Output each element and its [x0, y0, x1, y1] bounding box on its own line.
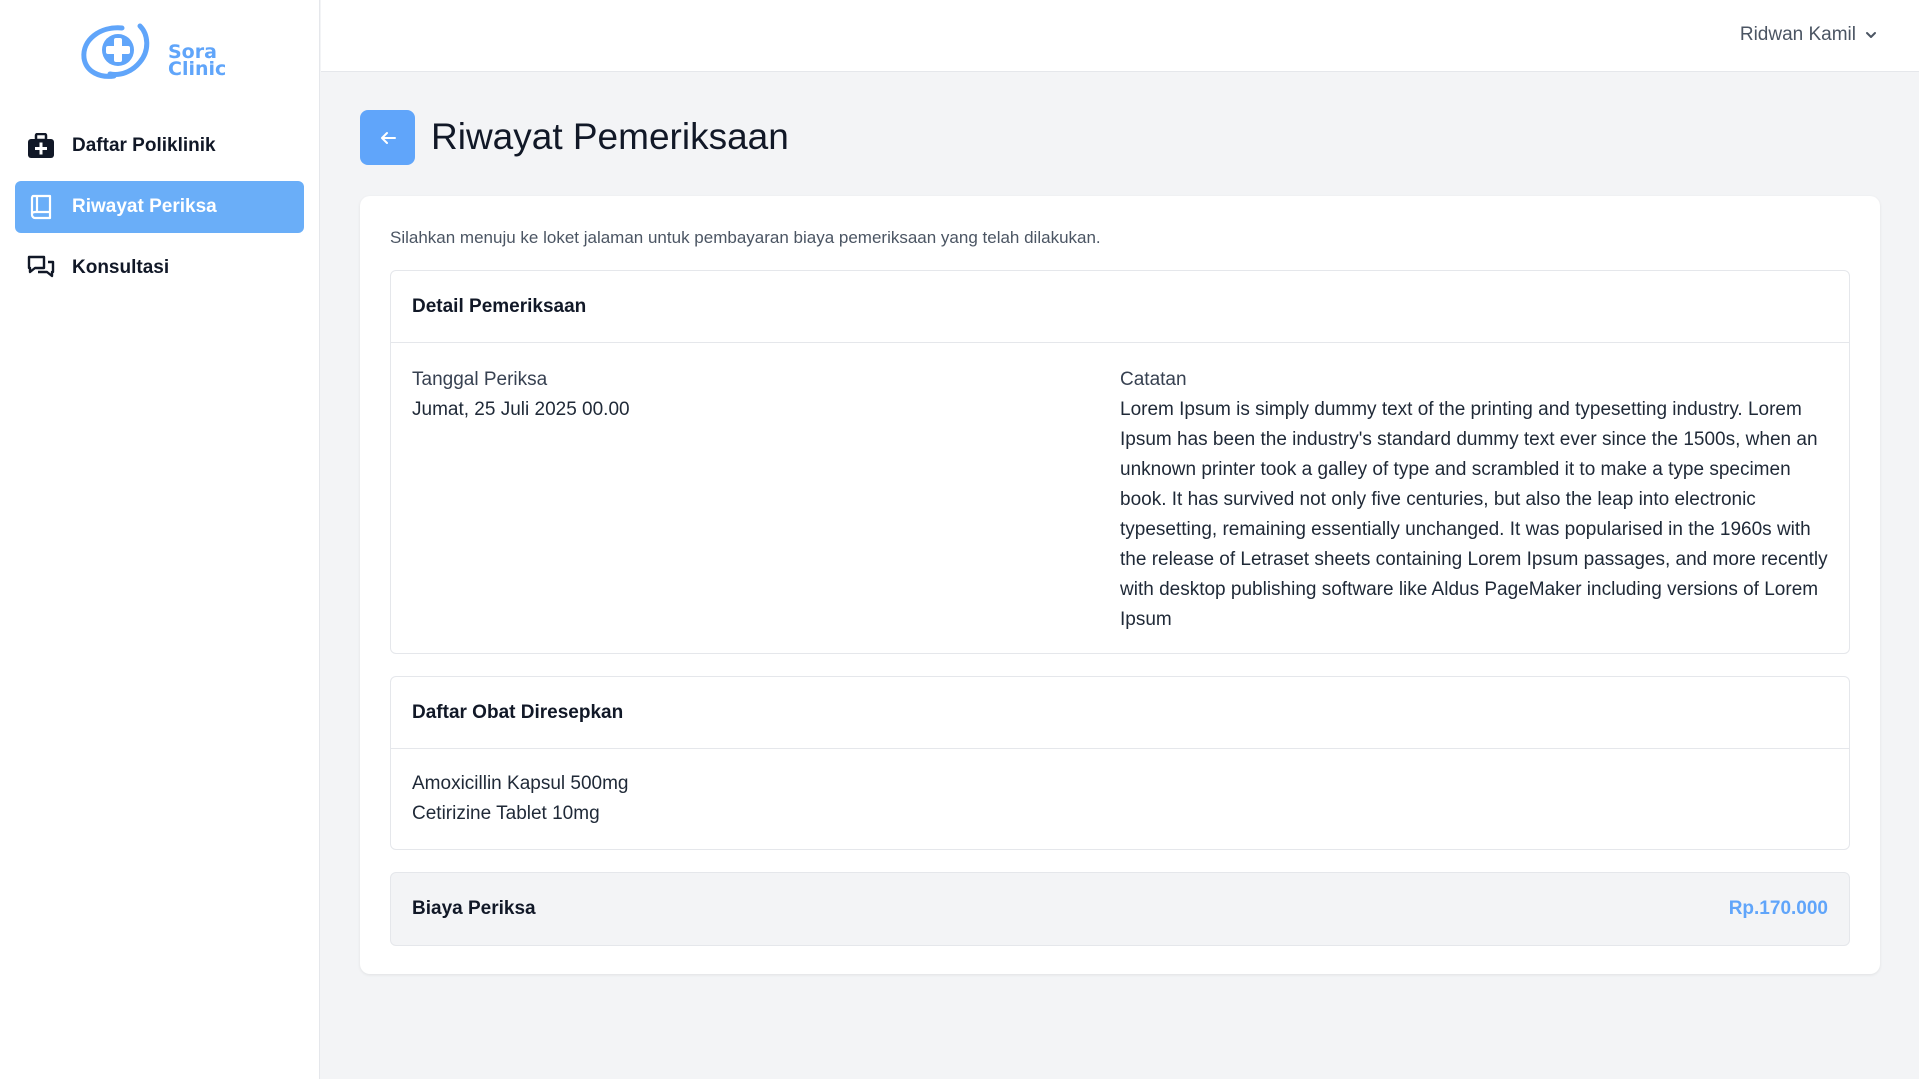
sidebar-item-label: Riwayat Periksa [72, 196, 217, 217]
page-title: Riwayat Pemeriksaan [431, 116, 789, 157]
clinic-logo[interactable]: Sora Clinic [76, 20, 236, 84]
user-menu[interactable]: Ridwan Kamil [1740, 24, 1877, 46]
user-name: Ridwan Kamil [1739, 24, 1856, 45]
book-icon [26, 192, 56, 222]
list-item: Amoxicillin Kapsul 500mg [412, 773, 629, 794]
arrow-left-icon [380, 131, 396, 144]
sidebar-item-label: Konsultasi [72, 257, 170, 278]
medkit-icon [26, 131, 56, 161]
fee-label: Biaya Periksa [412, 898, 536, 919]
sidebar-item-daftar-poliklinik[interactable]: Daftar Poliklinik [15, 120, 304, 172]
back-button[interactable] [360, 110, 415, 165]
sidebar-nav: Daftar Poliklinik Riwayat Periksa Konsul… [15, 120, 304, 303]
date-value: Jumat, 25 Juli 2025 00.00 [412, 399, 630, 420]
fee-value: Rp.170.000 [1728, 898, 1828, 919]
payment-notice: Silahkan menuju ke loket jalaman untuk p… [390, 228, 1101, 247]
sidebar-item-riwayat-periksa[interactable]: Riwayat Periksa [15, 181, 304, 233]
medicine-list: Amoxicillin Kapsul 500mg Cetirizine Tabl… [391, 749, 1849, 849]
notes-value: Lorem Ipsum is simply dummy text of the … [1120, 399, 1828, 630]
date-column: Tanggal Periksa Jumat, 25 Juli 2025 00.0… [412, 365, 1092, 425]
notes-label: Catatan [1120, 369, 1187, 390]
top-bar: Ridwan Kamil [321, 0, 1919, 72]
brand-line-2: Clinic [168, 58, 227, 80]
list-item: Cetirizine Tablet 10mg [412, 803, 600, 824]
history-card: Silahkan menuju ke loket jalaman untuk p… [360, 196, 1880, 974]
sidebar-item-konsultasi[interactable]: Konsultasi [15, 242, 304, 294]
sidebar-item-label: Daftar Poliklinik [72, 135, 216, 156]
medicines-heading: Daftar Obat Diresepkan [391, 677, 1849, 749]
medicines-panel: Daftar Obat Diresepkan Amoxicillin Kapsu… [390, 676, 1850, 850]
detail-panel: Detail Pemeriksaan Tanggal Periksa Jumat… [390, 270, 1850, 654]
date-label: Tanggal Periksa [412, 369, 548, 390]
fee-summary: Biaya Periksa Rp.170.000 [390, 872, 1850, 946]
cross-logo-icon [81, 23, 150, 79]
chevron-down-icon [1866, 32, 1876, 38]
chat-icon [26, 253, 56, 283]
notes-column: Catatan Lorem Ipsum is simply dummy text… [1120, 365, 1830, 635]
sidebar: Sora Clinic Daftar Poliklinik Riwayat Pe… [0, 0, 320, 1079]
detail-heading: Detail Pemeriksaan [391, 271, 1849, 343]
